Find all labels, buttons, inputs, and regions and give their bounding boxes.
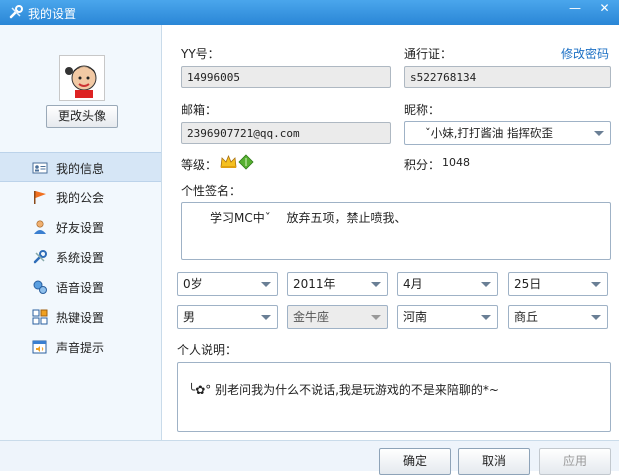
sidebar-item-my-guild[interactable]: 我的公会 [0,182,161,212]
age-select[interactable]: 0岁 [177,272,278,296]
chevron-down-icon[interactable] [481,282,491,287]
chevron-down-icon [371,315,381,320]
chevron-down-icon[interactable] [371,282,381,287]
sidebar-item-hotkey-settings[interactable]: 热键设置 [0,302,161,332]
description-text: ╰✿° 别老问我为什么不说话,我是玩游戏的不是来陪聊的*~ [188,383,499,397]
change-avatar-button[interactable]: 更改头像 [46,105,118,128]
chevron-down-icon[interactable] [591,315,601,320]
chevron-down-icon[interactable] [594,131,604,136]
sound-icon [32,340,47,354]
points-label: 积分： [404,158,441,172]
title-bar: 我的设置 — ✕ [0,0,619,25]
ok-button[interactable]: 确定 [379,448,451,475]
voice-icon [33,280,47,294]
avatar[interactable] [59,55,105,101]
window-title: 我的设置 [28,7,77,21]
signature-text: 学习MC中ˇ 放弃五项，禁止喷我、 [210,211,407,225]
id-card-icon [32,162,48,174]
email-label: 邮箱： [181,103,218,117]
avatar-image [60,56,104,100]
sidebar-item-label: 我的信息 [56,162,105,176]
level-label: 等级： [181,158,218,172]
level-icons [220,154,254,170]
signature-label: 个性签名： [181,184,242,198]
description-input[interactable]: ╰✿° 别老问我为什么不说话,我是玩游戏的不是来陪聊的*~ [177,362,611,432]
change-password-link[interactable]: 修改密码 [561,45,609,62]
person-icon [34,220,46,234]
chevron-down-icon[interactable] [481,315,491,320]
passport-field: s522768134 [404,66,611,88]
sidebar-item-label: 我的公会 [56,191,105,205]
dialog-footer: 确定 取消 应用 [0,440,619,475]
apply-button: 应用 [539,448,611,475]
birth-day-select[interactable]: 25日 [508,272,608,296]
nickname-label: 昵称： [404,103,441,117]
zodiac-value: 金牛座 [293,310,330,324]
sidebar-item-voice-settings[interactable]: 语音设置 [0,272,161,302]
points-value: 1048 [442,156,470,169]
leaf-icon [238,154,254,170]
sidebar-item-sound-alerts[interactable]: 声音提示 [0,332,161,362]
province-value: 河南 [403,310,428,324]
sidebar-item-label: 语音设置 [56,281,105,295]
email-field: 2396907721@qq.com [181,122,391,144]
sidebar-item-label: 声音提示 [56,341,105,355]
gender-select[interactable]: 男 [177,305,278,329]
sidebar-item-my-info[interactable]: 我的信息 [0,152,161,182]
profile-panel: YY号： 14996005 通行证： 修改密码 s522768134 邮箱： 2… [162,25,619,440]
sidebar-item-friend-settings[interactable]: 好友设置 [0,212,161,242]
minimize-button[interactable]: — [562,0,588,18]
yy-number-field: 14996005 [181,66,391,88]
sidebar-item-label: 热键设置 [56,311,105,325]
description-label: 个人说明： [177,343,238,357]
city-value: 商丘 [514,310,539,324]
chevron-down-icon[interactable] [261,282,271,287]
signature-input[interactable]: 学习MC中ˇ 放弃五项，禁止喷我、 [181,202,611,260]
sidebar-item-label: 好友设置 [56,221,105,235]
yy-number-label: YY号： [181,47,220,61]
cancel-button[interactable]: 取消 [458,448,530,475]
sidebar: 更改头像 我的信息 我的公会 好友设置 系统设置 语音设置 热键设置 声音提示 [0,25,162,440]
city-select[interactable]: 商丘 [508,305,608,329]
close-button[interactable]: ✕ [590,0,619,18]
birth-day-value: 25日 [514,277,542,291]
nickname-field[interactable]: ˇ小妹,打打酱油 指挥砍歪 [404,121,611,145]
gender-value: 男 [183,310,196,324]
nickname-value: ˇ小妹,打打酱油 指挥砍歪 [425,126,554,140]
wrench-icon [33,250,47,264]
zodiac-select: 金牛座 [287,305,388,329]
chevron-down-icon[interactable] [591,282,601,287]
hotkey-icon [32,309,48,325]
age-value: 0岁 [183,277,203,291]
sidebar-item-system-settings[interactable]: 系统设置 [0,242,161,272]
birth-month-select[interactable]: 4月 [397,272,498,296]
birth-month-value: 4月 [403,277,423,291]
crown-icon [220,154,237,168]
wrench-icon [9,5,23,19]
sidebar-item-label: 系统设置 [56,251,105,265]
birth-year-select[interactable]: 2011年 [287,272,388,296]
chevron-down-icon[interactable] [261,315,271,320]
sidebar-nav: 我的信息 我的公会 好友设置 系统设置 语音设置 热键设置 声音提示 [0,152,161,362]
flag-icon [34,191,46,204]
province-select[interactable]: 河南 [397,305,498,329]
birth-year-value: 2011年 [293,277,336,291]
passport-label: 通行证： [404,47,453,61]
